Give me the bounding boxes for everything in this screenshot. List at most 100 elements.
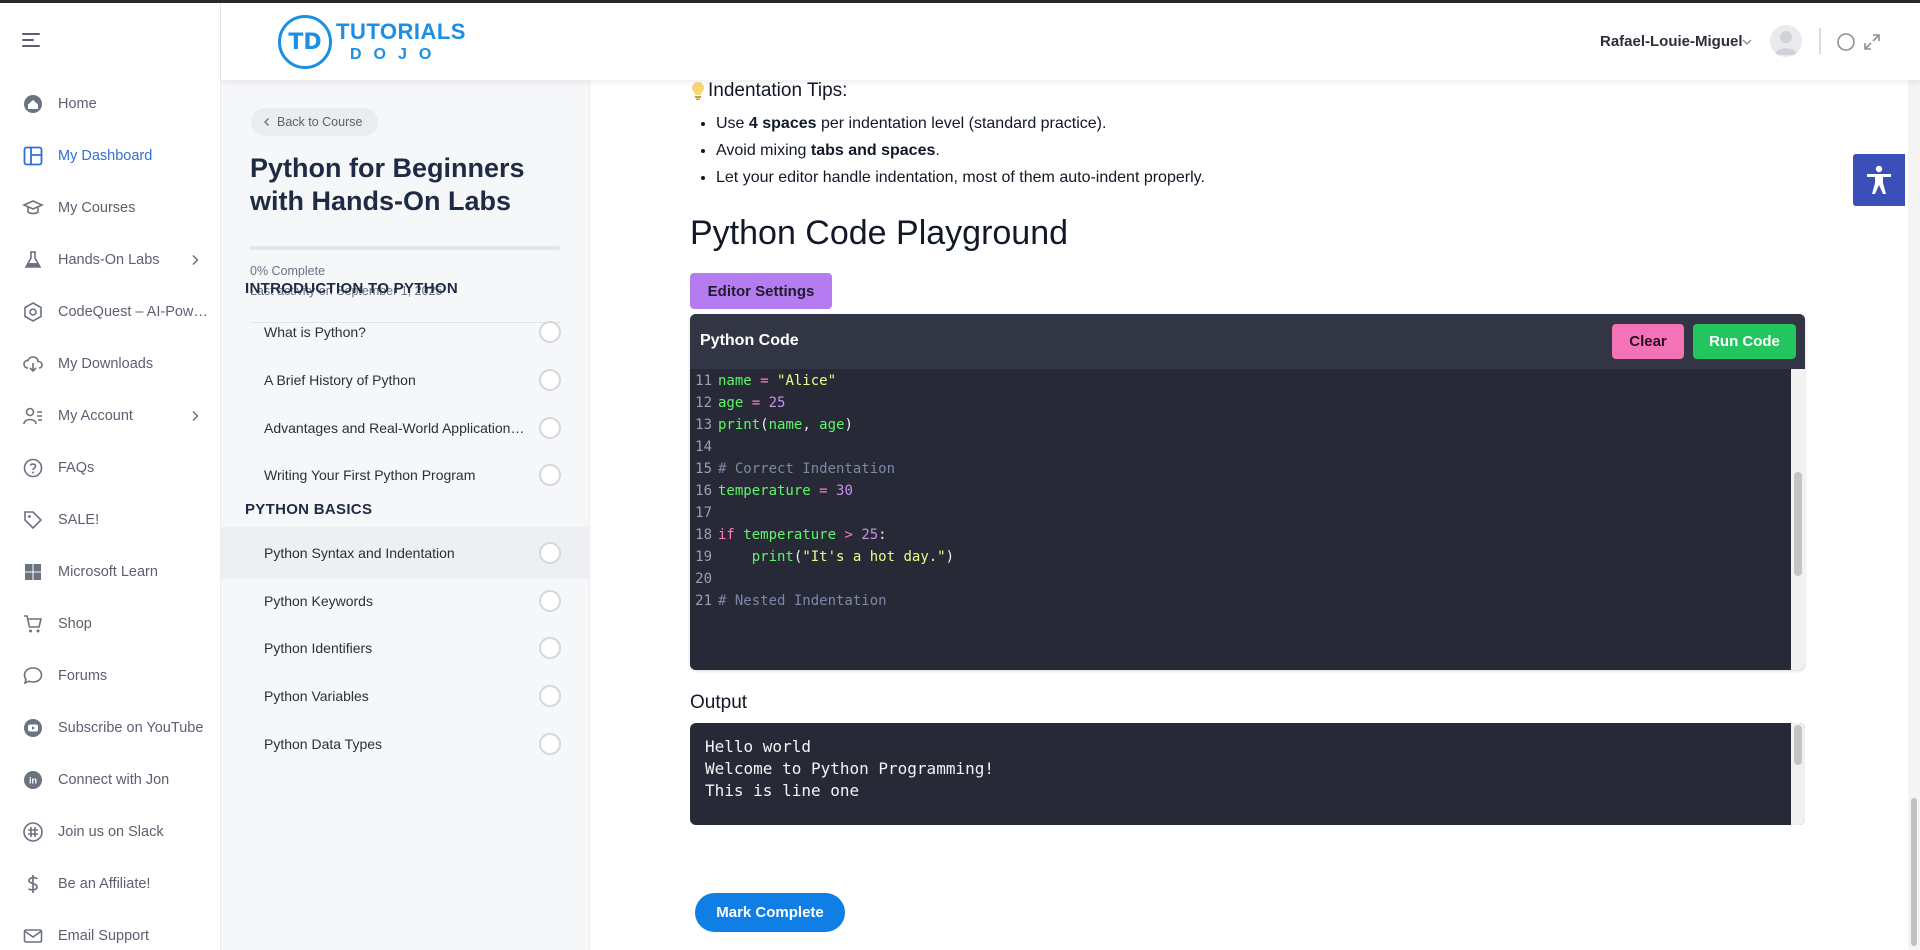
lesson-status-circle-icon[interactable] <box>539 464 561 486</box>
nav-item-label: My Dashboard <box>58 148 153 164</box>
lesson-item[interactable]: Python Variables <box>221 670 589 722</box>
lesson-status-circle-icon[interactable] <box>539 542 561 564</box>
lesson-label: Python Identifiers <box>264 640 373 656</box>
nav-item-label: Home <box>58 96 97 112</box>
lesson-status-circle-icon[interactable] <box>539 685 561 707</box>
download-cloud-icon <box>22 353 44 375</box>
nav-item[interactable]: in Connect with Jon <box>0 754 221 806</box>
output-scroll-thumb[interactable] <box>1794 725 1802 765</box>
lesson-status-circle-icon[interactable] <box>539 369 561 391</box>
mark-complete-button[interactable]: Mark Complete <box>695 893 845 932</box>
lesson-item[interactable]: Python Identifiers <box>221 622 589 674</box>
lesson-label: A Brief History of Python <box>264 372 416 388</box>
lesson-item[interactable]: Writing Your First Python Program <box>221 449 589 501</box>
lesson-label: Python Keywords <box>264 593 373 609</box>
code-scroll-thumb[interactable] <box>1794 472 1802 576</box>
nav-item[interactable]: My Dashboard <box>0 130 221 182</box>
lesson-status-circle-icon[interactable] <box>539 321 561 343</box>
output-line: This is line one <box>705 781 860 800</box>
nav-item-label: My Account <box>58 408 133 424</box>
lesson-label: Python Data Types <box>264 736 383 752</box>
svg-text:in: in <box>29 776 37 786</box>
lesson-label: Python Variables <box>264 688 369 704</box>
fullscreen-icon[interactable] <box>1862 32 1882 52</box>
tip-item: Let your editor handle indentation, most… <box>716 164 1205 191</box>
lesson-item[interactable]: Advantages and Real-World Applications o… <box>221 402 589 454</box>
course-title: Python for Beginners with Hands-On Labs <box>250 153 525 216</box>
lesson-status-circle-icon[interactable] <box>539 733 561 755</box>
clear-button[interactable]: Clear <box>1612 324 1684 359</box>
course-section-heading: INTRODUCTION TO PYTHON <box>245 280 458 297</box>
tips-list: Use 4 spaces per indentation level (stan… <box>716 110 1205 191</box>
tip-item: Avoid mixing tabs and spaces. <box>716 137 1205 164</box>
nav-item-label: My Courses <box>58 200 136 216</box>
top-header: TD TUTORIALS DOJO Rafael-Louie-Miguel <box>221 3 1920 80</box>
nav-item-label: Connect with Jon <box>58 772 170 788</box>
lesson-label: Advantages and Real-World Applications o… <box>264 420 528 436</box>
question-icon <box>22 457 44 479</box>
nav-item[interactable]: My Downloads <box>0 338 221 390</box>
nav-item[interactable]: SALE! <box>0 494 221 546</box>
lesson-label: Python Syntax and Indentation <box>264 545 455 561</box>
nav-item-label: Forums <box>58 668 108 684</box>
chevron-left-icon <box>264 118 269 126</box>
nav-item-label: My Downloads <box>58 356 154 372</box>
lesson-item[interactable]: Python Syntax and Indentation <box>221 527 589 579</box>
code-editor: Python Code Clear Run Code 11 name = "Ali… <box>690 314 1805 670</box>
user-list-icon <box>22 405 44 427</box>
accessibility-button[interactable] <box>1853 154 1905 206</box>
page-scroll-thumb[interactable] <box>1911 798 1917 946</box>
lesson-item[interactable]: A Brief History of Python <box>221 354 589 406</box>
lesson-status-circle-icon[interactable] <box>539 637 561 659</box>
lesson-item[interactable]: Python Keywords <box>221 575 589 627</box>
nav-item[interactable]: Subscribe on YouTube <box>0 702 221 754</box>
lesson-item[interactable]: What is Python? <box>221 306 589 358</box>
lesson-label: Writing Your First Python Program <box>264 467 476 483</box>
nav-item[interactable]: My Courses <box>0 182 221 234</box>
nav-item[interactable]: Be an Affiliate! <box>0 858 221 910</box>
tips-title-text: Indentation Tips: <box>708 80 848 101</box>
nav-item[interactable]: Forums <box>0 650 221 702</box>
tag-icon <box>22 509 44 531</box>
youtube-icon <box>22 717 44 739</box>
lightbulb-icon <box>692 82 704 100</box>
code-line: 19 print("It's a hot day.") <box>690 544 954 571</box>
page-scrollbar[interactable] <box>1908 80 1920 950</box>
lesson-status-circle-icon[interactable] <box>539 417 561 439</box>
avatar[interactable] <box>1770 25 1802 57</box>
code-textarea[interactable]: 11 name = "Alice" 12 age = 25 13 print(name, … <box>690 369 1791 670</box>
code-editor-header: Python Code Clear Run Code <box>690 314 1805 369</box>
code-scrollbar[interactable] <box>1791 369 1805 670</box>
chevron-down-icon[interactable] <box>1741 36 1753 48</box>
header-divider <box>1819 28 1821 54</box>
lesson-item[interactable]: Python Data Types <box>221 718 589 770</box>
lesson-content: Indentation Tips: Use 4 spaces per inden… <box>590 80 1908 950</box>
playground-title: Python Code Playground <box>690 214 1069 252</box>
dollar-icon <box>22 873 44 895</box>
run-code-button[interactable]: Run Code <box>1693 324 1796 359</box>
nav-item-label: Hands-On Labs <box>58 252 160 268</box>
code-line: 21 # Nested Indentation <box>690 588 886 615</box>
user-name[interactable]: Rafael-Louie-Miguel <box>1600 33 1743 50</box>
moon-icon[interactable] <box>1836 32 1856 52</box>
nav-item[interactable]: Email Support <box>0 910 221 950</box>
flask-icon <box>22 249 44 271</box>
nav-item[interactable]: Shop <box>0 598 221 650</box>
linkedin-icon: in <box>22 769 44 791</box>
site-logo[interactable]: TD TUTORIALS DOJO <box>278 15 466 69</box>
nav-item[interactable]: Join us on Slack <box>0 806 221 858</box>
menu-toggle-icon[interactable] <box>22 33 42 47</box>
chevron-right-icon <box>192 254 199 266</box>
nav-item[interactable]: Microsoft Learn <box>0 546 221 598</box>
nav-item[interactable]: FAQs <box>0 442 221 494</box>
output-scrollbar[interactable] <box>1791 723 1805 825</box>
editor-settings-button[interactable]: Editor Settings <box>690 273 832 309</box>
nav-item[interactable]: CodeQuest – AI-Powered Programming <box>0 286 221 338</box>
nav-item-label: Subscribe on YouTube <box>58 720 204 736</box>
back-to-course-button[interactable]: Back to Course <box>251 108 379 136</box>
nav-item[interactable]: My Account <box>0 390 221 442</box>
main-nav-sidebar: Home My Dashboard My Courses Hands-On Labs C… <box>0 3 221 950</box>
lesson-status-circle-icon[interactable] <box>539 590 561 612</box>
nav-item[interactable]: Hands-On Labs <box>0 234 221 286</box>
nav-item[interactable]: Home <box>0 78 221 130</box>
